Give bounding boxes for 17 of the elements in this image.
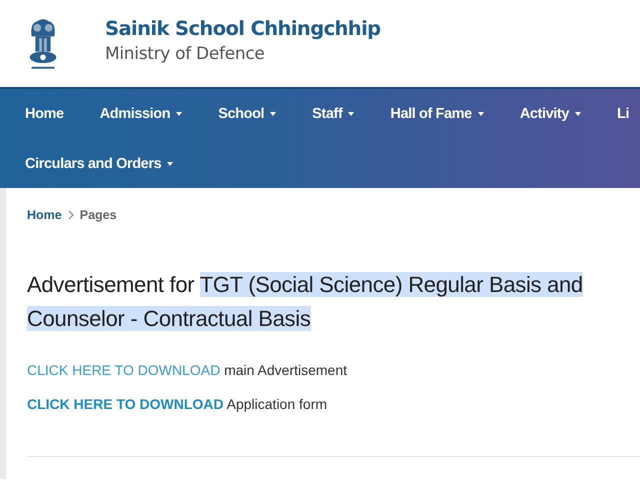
nav-menu-item[interactable]: Admission	[100, 89, 182, 139]
breadcrumb-current: Pages	[80, 208, 117, 222]
nav-menu-item[interactable]: Circulars and Orders	[25, 139, 174, 188]
chevron-icon	[68, 210, 74, 220]
download-line: CLICK HERE TO DOWNLOAD main Advertisement	[27, 362, 348, 378]
site-subtitle: Ministry of Defence	[105, 44, 266, 64]
download-line: CLICK HERE TO DOWNLOAD Application form	[27, 396, 328, 412]
nav-menu-item[interactable]: Hall of Fame	[390, 89, 484, 139]
nav-menu-item[interactable]: Home	[25, 89, 64, 139]
download-link[interactable]: CLICK HERE TO DOWNLOAD	[27, 396, 224, 412]
nav-menu-item[interactable]: Li	[617, 89, 630, 139]
breadcrumb-link[interactable]: Home	[27, 208, 62, 222]
nav-menu-item[interactable]: Activity	[520, 89, 581, 139]
page-heading: Advertisement for TGT (Social Science) Regular Basis and Counselor - Contractual Basis	[27, 271, 584, 333]
site-title[interactable]: Sainik School Chhingchhip	[105, 17, 381, 40]
nav-menu-item[interactable]: Staff	[312, 89, 354, 139]
nav-menu-item[interactable]: School	[218, 89, 276, 139]
